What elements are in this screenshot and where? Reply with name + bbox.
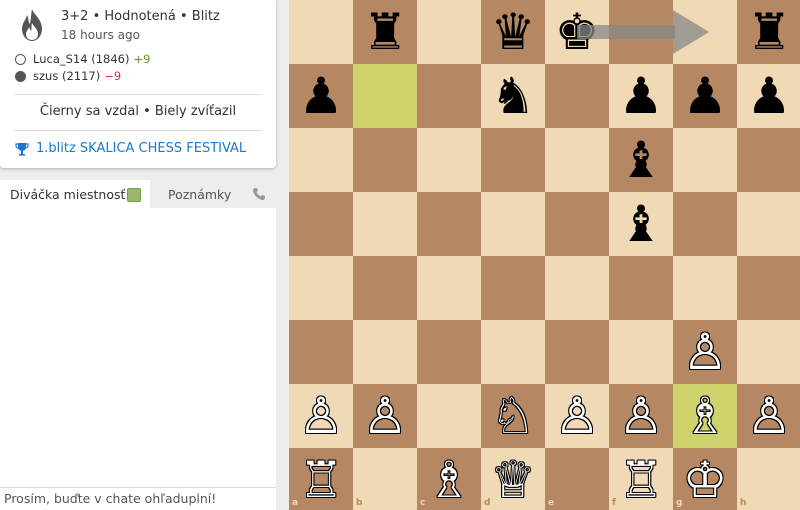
square-f3[interactable] — [609, 320, 673, 384]
square-f4[interactable] — [609, 256, 673, 320]
square-g5[interactable] — [673, 192, 737, 256]
square-a3[interactable] — [289, 320, 353, 384]
tab-spectator-label: Diváčka miestnosť — [10, 186, 126, 202]
black-rook-piece[interactable]: ♜ — [353, 0, 417, 64]
black-bishop-piece[interactable]: ♝ — [609, 192, 673, 256]
black-knight-piece[interactable]: ♞ — [481, 64, 545, 128]
tab-spectator-room[interactable]: Diváčka miestnosť — [0, 180, 150, 208]
black-pawn-piece[interactable]: ♟ — [673, 64, 737, 128]
divider — [14, 94, 262, 95]
rank-label-5: 5 — [791, 195, 798, 205]
square-a5[interactable] — [289, 192, 353, 256]
square-g4[interactable] — [673, 256, 737, 320]
divider — [14, 130, 262, 131]
white-pawn-piece[interactable]: ♙ — [673, 320, 737, 384]
white-pawn-piece[interactable]: ♙ — [545, 384, 609, 448]
player-black[interactable]: szus (2117) −9 — [15, 69, 121, 83]
square-e1[interactable] — [545, 448, 609, 510]
file-label-e: e — [548, 498, 555, 508]
white-queen-piece[interactable]: ♕ — [481, 448, 545, 510]
tournament-link[interactable]: 1.blitz SKALICA CHESS FESTIVAL — [15, 141, 246, 156]
black-king-piece[interactable]: ♚ — [545, 0, 609, 64]
square-e7[interactable] — [545, 64, 609, 128]
tab-notes-label: Poznámky — [168, 186, 232, 202]
black-queen-piece[interactable]: ♛ — [481, 0, 545, 64]
file-label-b: b — [356, 498, 363, 508]
white-king-piece[interactable]: ♔ — [673, 448, 737, 510]
square-b7[interactable] — [353, 64, 417, 128]
square-a4[interactable] — [289, 256, 353, 320]
white-side-icon — [15, 53, 26, 65]
player-white[interactable]: Luca_S14 (1846) +9 — [15, 52, 150, 66]
black-pawn-piece[interactable]: ♟ — [289, 64, 353, 128]
square-e4[interactable] — [545, 256, 609, 320]
square-g8[interactable] — [673, 0, 737, 64]
square-c5[interactable] — [417, 192, 481, 256]
black-bishop-piece[interactable]: ♝ — [609, 128, 673, 192]
game-time: 18 hours ago — [61, 28, 140, 42]
square-c7[interactable] — [417, 64, 481, 128]
square-b1[interactable] — [353, 448, 417, 510]
chess-board[interactable]: a b c d e f g h 8 7 6 5 4 3 2 1 ♜ ♛ ♚ ♜ ♟ ♞ ♟ ♟ ♟ ♝ ♝ ♙ ♙ ♙ ♘ ♙ ♙ ♗ ♙ ♖ ♗ ♕ ♖ ♔ — [289, 0, 800, 510]
chat-toggle-checkbox[interactable] — [127, 188, 141, 202]
white-rook-piece[interactable]: ♖ — [609, 448, 673, 510]
square-b3[interactable] — [353, 320, 417, 384]
white-knight-piece[interactable]: ♘ — [481, 384, 545, 448]
square-b6[interactable] — [353, 128, 417, 192]
square-d3[interactable] — [481, 320, 545, 384]
rank-label-3: 3 — [791, 323, 798, 333]
file-label-h: h — [740, 498, 747, 508]
square-a8[interactable] — [289, 0, 353, 64]
game-info-panel: 3+2 • Hodnotená • Blitz 18 hours ago Luc… — [0, 0, 276, 168]
black-rook-piece[interactable]: ♜ — [737, 0, 800, 64]
square-e5[interactable] — [545, 192, 609, 256]
square-d5[interactable] — [481, 192, 545, 256]
square-e3[interactable] — [545, 320, 609, 384]
phone-icon[interactable] — [252, 187, 266, 201]
square-c2[interactable] — [417, 384, 481, 448]
white-rook-piece[interactable]: ♖ — [289, 448, 353, 510]
flame-icon — [22, 9, 42, 41]
square-f8[interactable] — [609, 0, 673, 64]
chat-messages[interactable] — [0, 208, 276, 487]
chat-input[interactable]: Prosím, buďte v chate ohľaduplní! — [0, 487, 276, 510]
rank-label-4: 4 — [791, 259, 798, 269]
white-pawn-piece[interactable]: ♙ — [609, 384, 673, 448]
game-result: Čierny sa vzdal • Biely zvíťazil — [39, 104, 237, 119]
white-pawn-piece[interactable]: ♙ — [289, 384, 353, 448]
game-setup: 3+2 • Hodnotená • Blitz — [61, 9, 220, 24]
player-white-name[interactable]: Luca_S14 (1846) — [33, 52, 129, 66]
white-bishop-piece[interactable]: ♗ — [673, 384, 737, 448]
white-pawn-piece[interactable]: ♙ — [353, 384, 417, 448]
square-c6[interactable] — [417, 128, 481, 192]
black-side-icon — [15, 70, 26, 82]
player-black-name[interactable]: szus (2117) — [33, 69, 100, 83]
black-pawn-piece[interactable]: ♟ — [609, 64, 673, 128]
player-black-rating-diff: −9 — [104, 69, 122, 83]
square-e6[interactable] — [545, 128, 609, 192]
square-c3[interactable] — [417, 320, 481, 384]
chat-tabs: Diváčka miestnosť Poznámky — [0, 180, 276, 208]
square-b4[interactable] — [353, 256, 417, 320]
square-c8[interactable] — [417, 0, 481, 64]
tournament-name[interactable]: 1.blitz SKALICA CHESS FESTIVAL — [36, 141, 246, 156]
square-g6[interactable] — [673, 128, 737, 192]
white-bishop-piece[interactable]: ♗ — [417, 448, 481, 510]
square-a6[interactable] — [289, 128, 353, 192]
square-d4[interactable] — [481, 256, 545, 320]
player-white-rating-diff: +9 — [133, 52, 151, 66]
black-pawn-piece[interactable]: ♟ — [737, 64, 800, 128]
square-d6[interactable] — [481, 128, 545, 192]
rank-label-1: 1 — [791, 451, 798, 461]
rank-label-6: 6 — [791, 131, 798, 141]
square-c4[interactable] — [417, 256, 481, 320]
square-b5[interactable] — [353, 192, 417, 256]
white-pawn-piece[interactable]: ♙ — [737, 384, 800, 448]
tab-notes[interactable]: Poznámky — [150, 180, 276, 208]
trophy-icon — [15, 142, 29, 156]
